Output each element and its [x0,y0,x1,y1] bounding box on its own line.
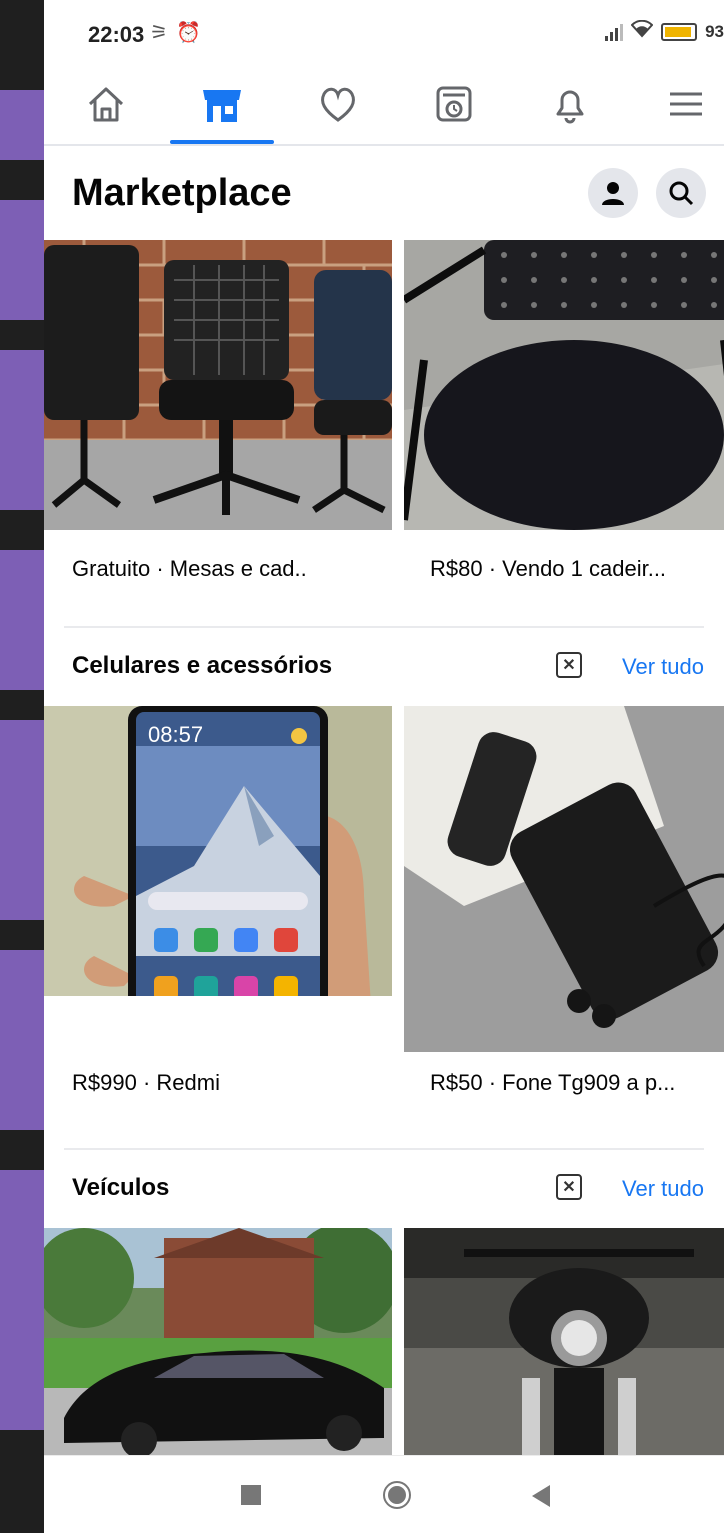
listing-caption[interactable]: R$990 · Redmi [72,1070,220,1096]
top-nav-bar [44,62,724,146]
status-bar: 22:03 ⚞ ⏰ 93 [44,0,724,62]
alarm-icon: ⏰ [175,22,201,44]
listing-image-chair[interactable] [404,240,724,530]
system-navigation-bar [44,1455,724,1533]
phone-screen-time: 08:57 [148,722,203,747]
section-title: Celulares e acessórios [72,652,333,679]
menu-icon[interactable] [656,74,716,134]
decorative-side-strip [0,0,44,1533]
close-icon: ✕ [562,1179,576,1196]
listing-caption[interactable]: R$80 · Vendo 1 cadeir... [430,556,666,582]
page-title: Marketplace [72,172,292,214]
active-tab-indicator [170,140,274,144]
home-system-button[interactable] [382,1480,412,1515]
hide-section-button[interactable]: ✕ [556,1174,582,1200]
back-button[interactable] [530,1484,552,1513]
memories-icon[interactable] [424,74,484,134]
battery-icon [661,22,698,41]
circle-icon [383,1481,411,1509]
hide-section-button[interactable]: ✕ [556,652,582,678]
square-icon [241,1485,261,1505]
profile-button[interactable] [588,168,638,218]
listing-image-earbuds[interactable] [404,706,724,1052]
wifi-icon [630,19,654,43]
listing-caption[interactable]: Gratuito · Mesas e cad.. [72,556,307,582]
see-all-link[interactable]: Ver tudo [622,654,704,680]
notification-icon: ⚞ [150,22,168,44]
status-time: 22:03 [88,22,145,47]
close-icon: ✕ [562,657,576,674]
search-button[interactable] [656,168,706,218]
marketplace-icon[interactable] [192,74,252,134]
listing-image-motorcycle[interactable] [404,1228,724,1455]
listing-image-car[interactable] [44,1228,392,1455]
home-icon[interactable] [76,74,136,134]
listing-caption[interactable]: R$50 · Fone Tg909 a p... [430,1070,675,1096]
listing-image-smartphone[interactable]: 08:57 [44,706,392,996]
see-all-link[interactable]: Ver tudo [622,1176,704,1202]
battery-percentage: 93 [705,21,724,41]
listing-image-chairs[interactable] [44,240,392,530]
dating-icon[interactable] [308,74,368,134]
phone-screen: 22:03 ⚞ ⏰ 93 Marketplace Gratuito · Mesa… [44,0,724,1533]
signal-icon [605,23,624,41]
marketplace-header: Marketplace [44,146,724,238]
section-divider [64,1148,704,1150]
recent-apps-button[interactable] [240,1484,262,1511]
notifications-icon[interactable] [540,74,600,134]
back-triangle-icon [532,1485,550,1507]
search-icon [669,181,694,206]
section-divider [64,626,704,628]
person-icon [602,182,624,205]
section-title: Veículos [72,1174,170,1201]
